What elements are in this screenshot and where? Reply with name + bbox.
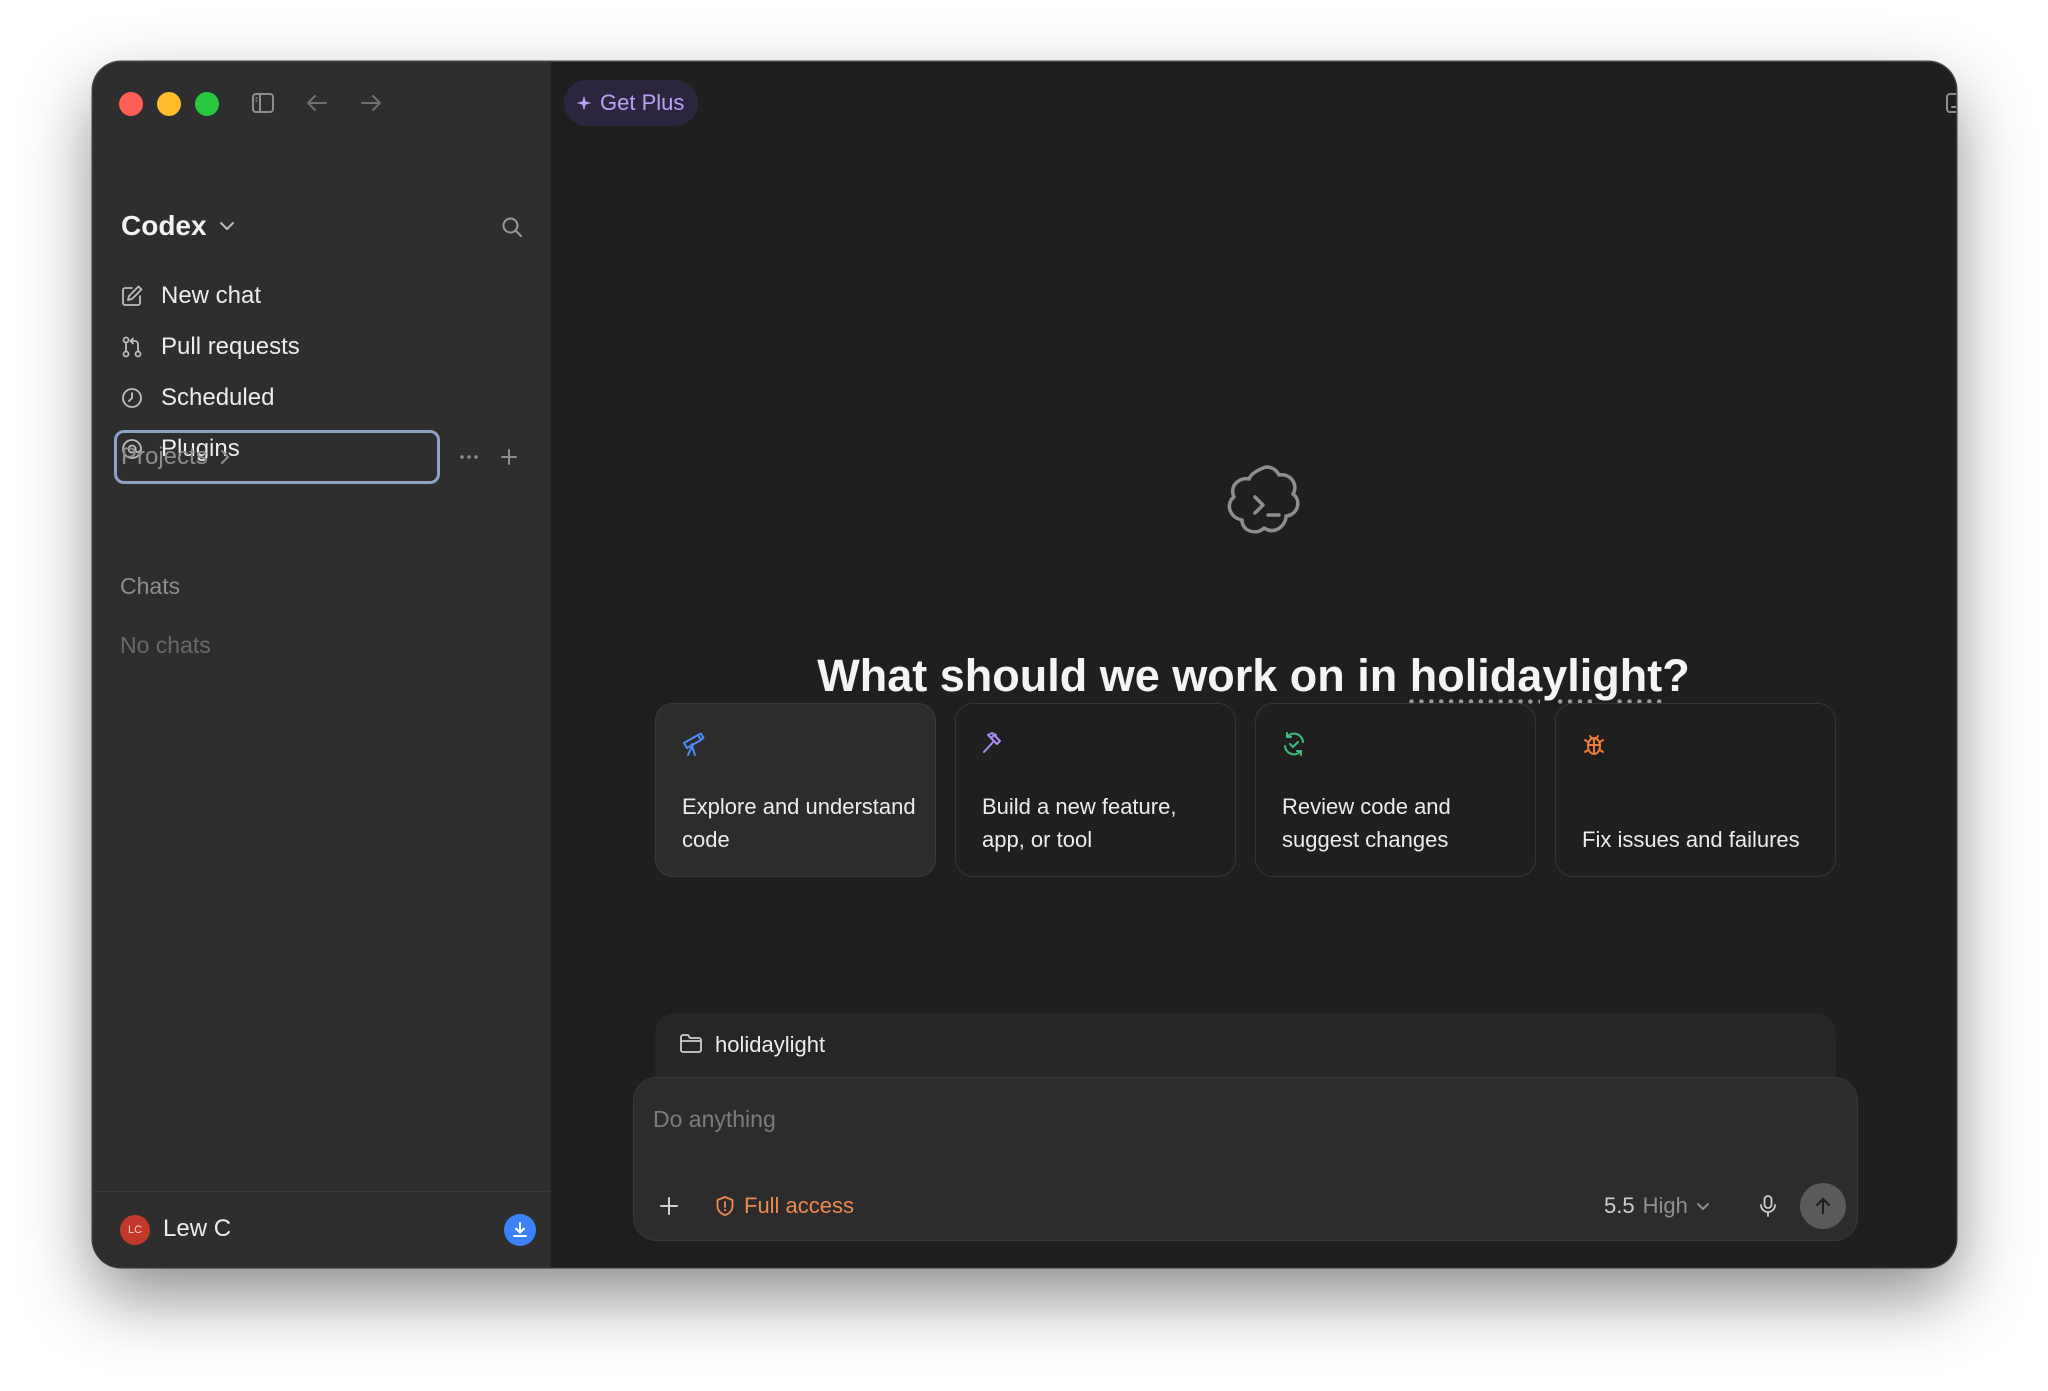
forward-button[interactable] [356,88,386,118]
bug-icon [1584,735,1604,755]
clock-icon [119,385,145,411]
sidebar-item-label: Scheduled [161,383,275,411]
toggle-sidebar-button[interactable] [248,88,278,118]
app-window: Codex New chat Pull requests Scheduled P… [93,62,1956,1267]
user-name[interactable]: Lew C [163,1215,231,1243]
folder-icon [680,1034,702,1053]
main-panel: Get Plus What should we work on in holid… [551,62,1956,1267]
close-window-button[interactable] [119,92,143,116]
alert-circle-icon [716,1196,734,1216]
suggestion-card-review[interactable]: Review code and suggest changes [1255,703,1536,877]
attach-button[interactable] [653,1190,685,1222]
model-version: 5.5 [1604,1193,1635,1218]
workspace-switcher[interactable]: Codex [121,210,235,242]
sidebar-icon [252,93,274,113]
send-button[interactable] [1800,1183,1846,1229]
prompt-input[interactable] [653,1106,1753,1133]
sidebar-item-label: New chat [161,281,262,309]
microphone-icon [1760,1195,1776,1217]
projects-toggle[interactable]: Projects [114,430,440,484]
composer-project-selector[interactable]: holidaylight [655,1013,1836,1083]
telescope-icon [683,732,705,756]
window-controls [119,92,219,116]
model-selector[interactable]: 5.5 High [1604,1190,1710,1222]
sidebar-footer: LC Lew C [93,1191,550,1267]
chevron-down-icon [1696,1202,1709,1210]
more-horizontal-icon [460,455,478,459]
page-title: What should we work on in holidaylight? [551,650,1956,702]
search-button[interactable] [497,212,527,242]
sidebar-item-new-chat[interactable]: New chat [119,270,519,321]
sidebar-item-label: Pull requests [161,332,300,360]
composer: Full access 5.5 High [633,1077,1858,1241]
suggestion-card-fix[interactable]: Fix issues and failures [1555,703,1836,877]
toggle-bottom-panel-button[interactable] [1942,88,1956,118]
projects-section-header: Projects [114,430,534,484]
arrow-left-icon [307,95,327,111]
search-icon [502,217,522,237]
get-plus-button[interactable]: Get Plus [564,80,699,126]
projects-more-button[interactable] [454,442,484,472]
sidebar: Codex New chat Pull requests Scheduled P… [93,62,551,1267]
sidebar-item-pull-requests[interactable]: Pull requests [119,321,519,372]
download-icon [513,1222,527,1237]
card-label: Fix issues and failures [1582,827,1800,852]
title-prefix: What should we work on in [817,650,1410,701]
app-name: Codex [121,210,207,241]
download-update-button[interactable] [504,1214,536,1246]
edit-icon [119,283,145,309]
refresh-check-icon [1284,732,1304,756]
zoom-window-button[interactable] [195,92,219,116]
sidebar-item-scheduled[interactable]: Scheduled [119,372,519,423]
sidebar-toolbar [248,88,386,118]
voice-input-button[interactable] [1752,1190,1784,1222]
hammer-icon [983,732,1001,753]
project-selector-link[interactable]: holidaylight [1410,650,1663,701]
chats-heading: Chats [120,573,181,599]
panel-bottom-icon [1946,93,1956,113]
composer-project-label: holidaylight [715,1032,826,1057]
get-plus-label: Get Plus [600,90,685,115]
empty-chats-message: No chats [120,632,211,658]
chevron-down-icon [219,222,234,230]
card-label: Build a new feature, app, or tool [982,794,1177,852]
model-effort: High [1642,1193,1688,1218]
suggestion-card-build[interactable]: Build a new feature, app, or tool [955,703,1236,877]
sparkle-icon [576,95,592,111]
access-mode-label: Full access [744,1193,855,1218]
suggestion-cards: Explore and understand code Build a new … [655,703,1836,877]
back-button[interactable] [302,88,332,118]
plus-icon [660,1197,678,1215]
title-suffix: ? [1662,650,1690,701]
avatar[interactable]: LC [120,1215,150,1245]
plus-icon [501,449,517,465]
minimize-window-button[interactable] [157,92,181,116]
arrow-up-icon [1815,1197,1831,1215]
projects-label: Projects [121,443,208,470]
card-label: Review code and suggest changes [1282,794,1451,852]
codex-logo-icon [1227,465,1300,534]
arrow-right-icon [361,95,381,111]
card-label: Explore and understand code [682,794,916,852]
add-project-button[interactable] [494,442,524,472]
access-mode-button[interactable]: Full access [714,1190,854,1222]
chevron-right-icon [220,450,229,464]
git-pull-request-icon [119,334,145,360]
suggestion-card-explore[interactable]: Explore and understand code [655,703,936,877]
